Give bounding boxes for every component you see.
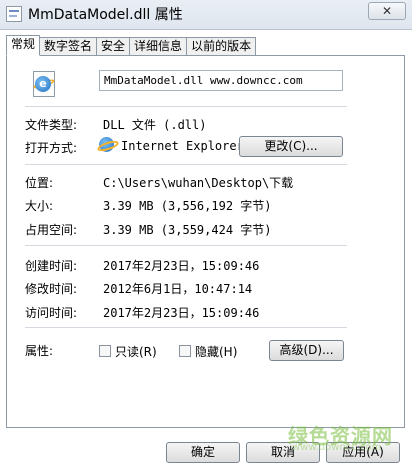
- divider: [25, 327, 347, 328]
- created-value: 2017年2月23日，15:09:46: [103, 259, 260, 273]
- divider: [25, 245, 347, 246]
- readonly-label[interactable]: 只读(R): [115, 343, 157, 360]
- general-panel: e MmDataModel.dll www.downcc.com 文件类型: D…: [6, 55, 405, 428]
- ie-file-icon: e: [32, 71, 56, 97]
- properties-window: MmDataModel.dll 属性 ✕ 常规 数字签名 安全 详细信息 以前的…: [0, 0, 412, 472]
- ie-logo-icon: e: [35, 76, 51, 92]
- modified-label: 修改时间:: [25, 282, 78, 296]
- location-label: 位置:: [25, 176, 54, 190]
- opens-with-value: Internet Explorer: [121, 139, 244, 153]
- file-name-input[interactable]: MmDataModel.dll www.downcc.com: [99, 70, 343, 91]
- divider: [25, 164, 347, 165]
- type-label: 文件类型:: [25, 118, 78, 132]
- window-title: MmDataModel.dll 属性: [28, 7, 183, 23]
- size-on-disk-label: 占用空间:: [25, 223, 78, 237]
- tab-general[interactable]: 常规: [6, 35, 41, 56]
- tab-details[interactable]: 详细信息: [129, 37, 188, 56]
- hidden-label[interactable]: 隐藏(H): [195, 343, 237, 360]
- size-value: 3.39 MB (3,556,192 字节): [103, 199, 272, 213]
- accessed-value: 2017年2月23日，15:09:46: [103, 306, 260, 320]
- hidden-checkbox[interactable]: [179, 345, 191, 357]
- opens-with-label: 打开方式:: [25, 141, 78, 155]
- size-on-disk-value: 3.39 MB (3,559,424 字节): [103, 223, 272, 237]
- type-value: DLL 文件 (.dll): [103, 118, 207, 132]
- location-value: C:\Users\wuhan\Desktop\下载: [103, 176, 294, 190]
- watermark-url: www.downcc.com: [292, 442, 382, 453]
- close-button[interactable]: ✕: [368, 2, 406, 20]
- divider: [25, 106, 347, 107]
- tab-security[interactable]: 安全: [96, 37, 131, 56]
- readonly-checkbox[interactable]: [99, 345, 111, 357]
- change-button[interactable]: 更改(C)...: [239, 136, 343, 157]
- tab-digital-signatures[interactable]: 数字签名: [39, 37, 98, 56]
- size-label: 大小:: [25, 199, 54, 213]
- ok-button[interactable]: 确定: [166, 442, 240, 463]
- internet-explorer-icon: [99, 137, 114, 152]
- tab-bar: 常规 数字签名 安全 详细信息 以前的版本: [6, 35, 257, 56]
- file-icon: [6, 6, 22, 22]
- created-label: 创建时间:: [25, 259, 78, 273]
- accessed-label: 访问时间:: [25, 306, 78, 320]
- modified-value: 2012年6月1日，10:47:14: [103, 282, 253, 296]
- advanced-button[interactable]: 高级(D)...: [269, 340, 344, 361]
- tab-previous-versions[interactable]: 以前的版本: [186, 37, 257, 56]
- attributes-label: 属性:: [25, 344, 54, 358]
- title-bar: MmDataModel.dll 属性 ✕: [0, 0, 412, 30]
